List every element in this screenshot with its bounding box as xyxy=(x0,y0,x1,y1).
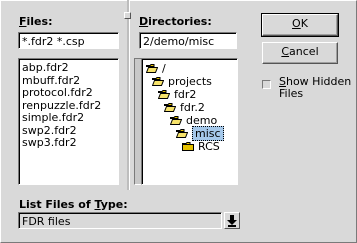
directory-tree-item[interactable]: misc xyxy=(176,126,224,141)
folder-open-icon xyxy=(146,64,158,73)
file-type-label: List Files of Type: xyxy=(19,198,128,211)
directory-name: misc xyxy=(192,126,224,141)
directory-name: fdr2 xyxy=(174,88,197,101)
folder-open-icon xyxy=(152,77,164,86)
directory-tree-item[interactable]: RCS xyxy=(182,140,220,153)
directory-tree-item[interactable]: fdr2 xyxy=(158,88,196,101)
directories-label: Directories: xyxy=(139,15,212,28)
down-arrow-icon xyxy=(227,215,237,227)
folder-open-icon xyxy=(176,129,188,138)
pane-sash[interactable] xyxy=(127,0,130,190)
folder-open-icon xyxy=(170,116,182,125)
directory-name: fdr.2 xyxy=(180,101,205,114)
file-list-item[interactable]: abp.fdr2 xyxy=(22,62,69,74)
file-list-item[interactable]: swp3.fdr2 xyxy=(22,137,77,149)
directory-name: projects xyxy=(168,75,212,88)
file-list-item[interactable]: swp2.fdr2 xyxy=(22,124,77,137)
folder-open-icon xyxy=(164,103,176,112)
show-hidden-checkbox[interactable] xyxy=(262,80,271,89)
files-listbox[interactable]: abp.fdr2 mbuff.fdr2 protocol.fdr2 renpuzzle… xyxy=(18,58,119,185)
file-list-item[interactable]: renpuzzle.fdr2 xyxy=(22,99,101,112)
directory-tree-item[interactable]: projects xyxy=(152,75,212,88)
folder-open-icon xyxy=(158,90,170,99)
directories-tree[interactable]: / projects fdr2 fdr.2 demo misc RCS xyxy=(141,58,238,185)
folder-closed-icon xyxy=(182,142,194,151)
directory-tree-item[interactable]: / xyxy=(146,62,166,75)
directory-tree-item[interactable]: fdr.2 xyxy=(164,101,205,114)
file-list-item[interactable]: mbuff.fdr2 xyxy=(22,74,80,87)
files-label: Files: xyxy=(19,15,53,28)
file-list-item[interactable]: protocol.fdr2 xyxy=(22,87,93,99)
directory-name: RCS xyxy=(198,140,220,153)
directory-path-input[interactable]: 2/demo/misc xyxy=(139,32,237,49)
cancel-button[interactable]: Cancel xyxy=(262,42,338,64)
file-type-combobox[interactable]: FDR files xyxy=(18,212,222,229)
file-filter-input[interactable]: *.fdr2 *.csp xyxy=(18,32,119,49)
pane-sash-handle[interactable] xyxy=(124,12,131,19)
ok-button[interactable]: OK xyxy=(261,13,339,37)
file-type-dropdown-button[interactable] xyxy=(224,212,240,229)
directory-name: / xyxy=(162,62,166,75)
file-list-item[interactable]: simple.fdr2 xyxy=(22,112,84,124)
show-hidden-label[interactable]: Show Hidden Files xyxy=(279,76,351,100)
